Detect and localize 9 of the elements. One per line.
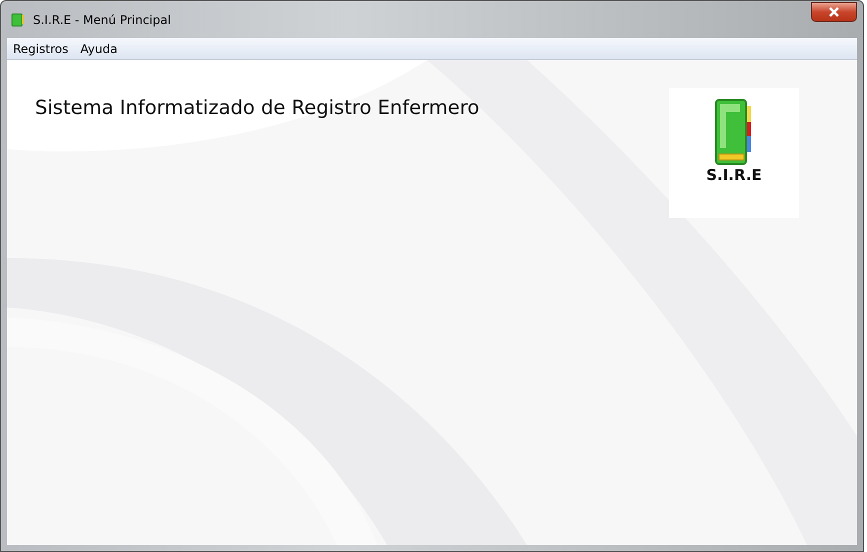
close-button[interactable] — [811, 2, 857, 22]
window-title: S.I.R.E - Menú Principal — [33, 12, 171, 28]
menu-item[interactable]: Ayuda — [74, 38, 124, 60]
book-icon — [714, 98, 754, 166]
book-icon — [11, 12, 25, 26]
menu-item[interactable]: Registros — [7, 38, 74, 60]
close-icon — [828, 6, 840, 16]
logo-caption: S.I.R.E — [706, 165, 762, 186]
app-heading: Sistema Informatizado de Registro Enfermero — [35, 96, 480, 120]
